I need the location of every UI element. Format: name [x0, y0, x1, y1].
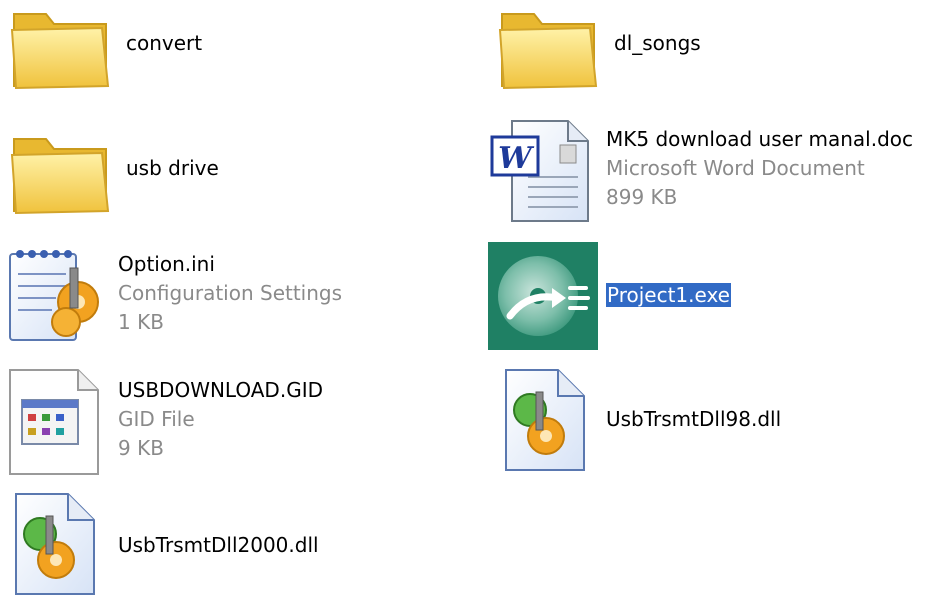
folder-view: convert dl_songs usb drive W MK5 downloa… [0, 0, 936, 596]
file-item-option-ini[interactable]: Option.ini Configuration Settings 1 KB [6, 240, 446, 350]
file-name: UsbTrsmtDll98.dll [606, 407, 782, 431]
svg-text:W: W [498, 141, 535, 176]
folder-icon [496, 0, 606, 100]
file-size: 9 KB [118, 436, 164, 460]
file-type: Microsoft Word Document [606, 156, 865, 180]
file-name: MK5 download user manal.doc [606, 127, 914, 151]
config-settings-icon [6, 240, 116, 350]
file-name: Project1.exe [606, 281, 731, 310]
file-name: convert [126, 31, 203, 55]
dll-file-icon [6, 490, 116, 600]
dll-file-icon [496, 366, 606, 476]
cd-application-icon [488, 242, 598, 352]
file-name: UsbTrsmtDll2000.dll [118, 533, 319, 557]
file-item-project1-exe[interactable]: Project1.exe [488, 242, 928, 352]
file-item-usb-drive[interactable]: usb drive [8, 115, 448, 225]
file-type: GID File [118, 407, 195, 431]
gid-file-icon [6, 366, 116, 476]
file-item-usbdownload-gid[interactable]: USBDOWNLOAD.GID GID File 9 KB [6, 366, 446, 476]
file-size: 899 KB [606, 185, 678, 209]
file-name: usb drive [126, 156, 219, 180]
file-item-convert[interactable]: convert [8, 0, 448, 100]
file-item-dl-songs[interactable]: dl_songs [496, 0, 936, 100]
file-size: 1 KB [118, 310, 164, 334]
file-type: Configuration Settings [118, 281, 343, 305]
folder-icon [8, 0, 118, 100]
file-item-usbtrsmtdll98[interactable]: UsbTrsmtDll98.dll [496, 366, 936, 476]
file-item-usbtrsmtdll2000[interactable]: UsbTrsmtDll2000.dll [6, 490, 446, 600]
file-name: USBDOWNLOAD.GID [118, 378, 323, 402]
file-name: dl_songs [614, 31, 701, 55]
folder-icon [8, 115, 118, 225]
selected-file-name: Project1.exe [606, 283, 731, 307]
file-name: Option.ini [118, 252, 215, 276]
file-item-mk5-doc[interactable]: W MK5 download user manal.doc Microsoft … [488, 115, 928, 225]
word-document-icon: W [488, 115, 598, 225]
